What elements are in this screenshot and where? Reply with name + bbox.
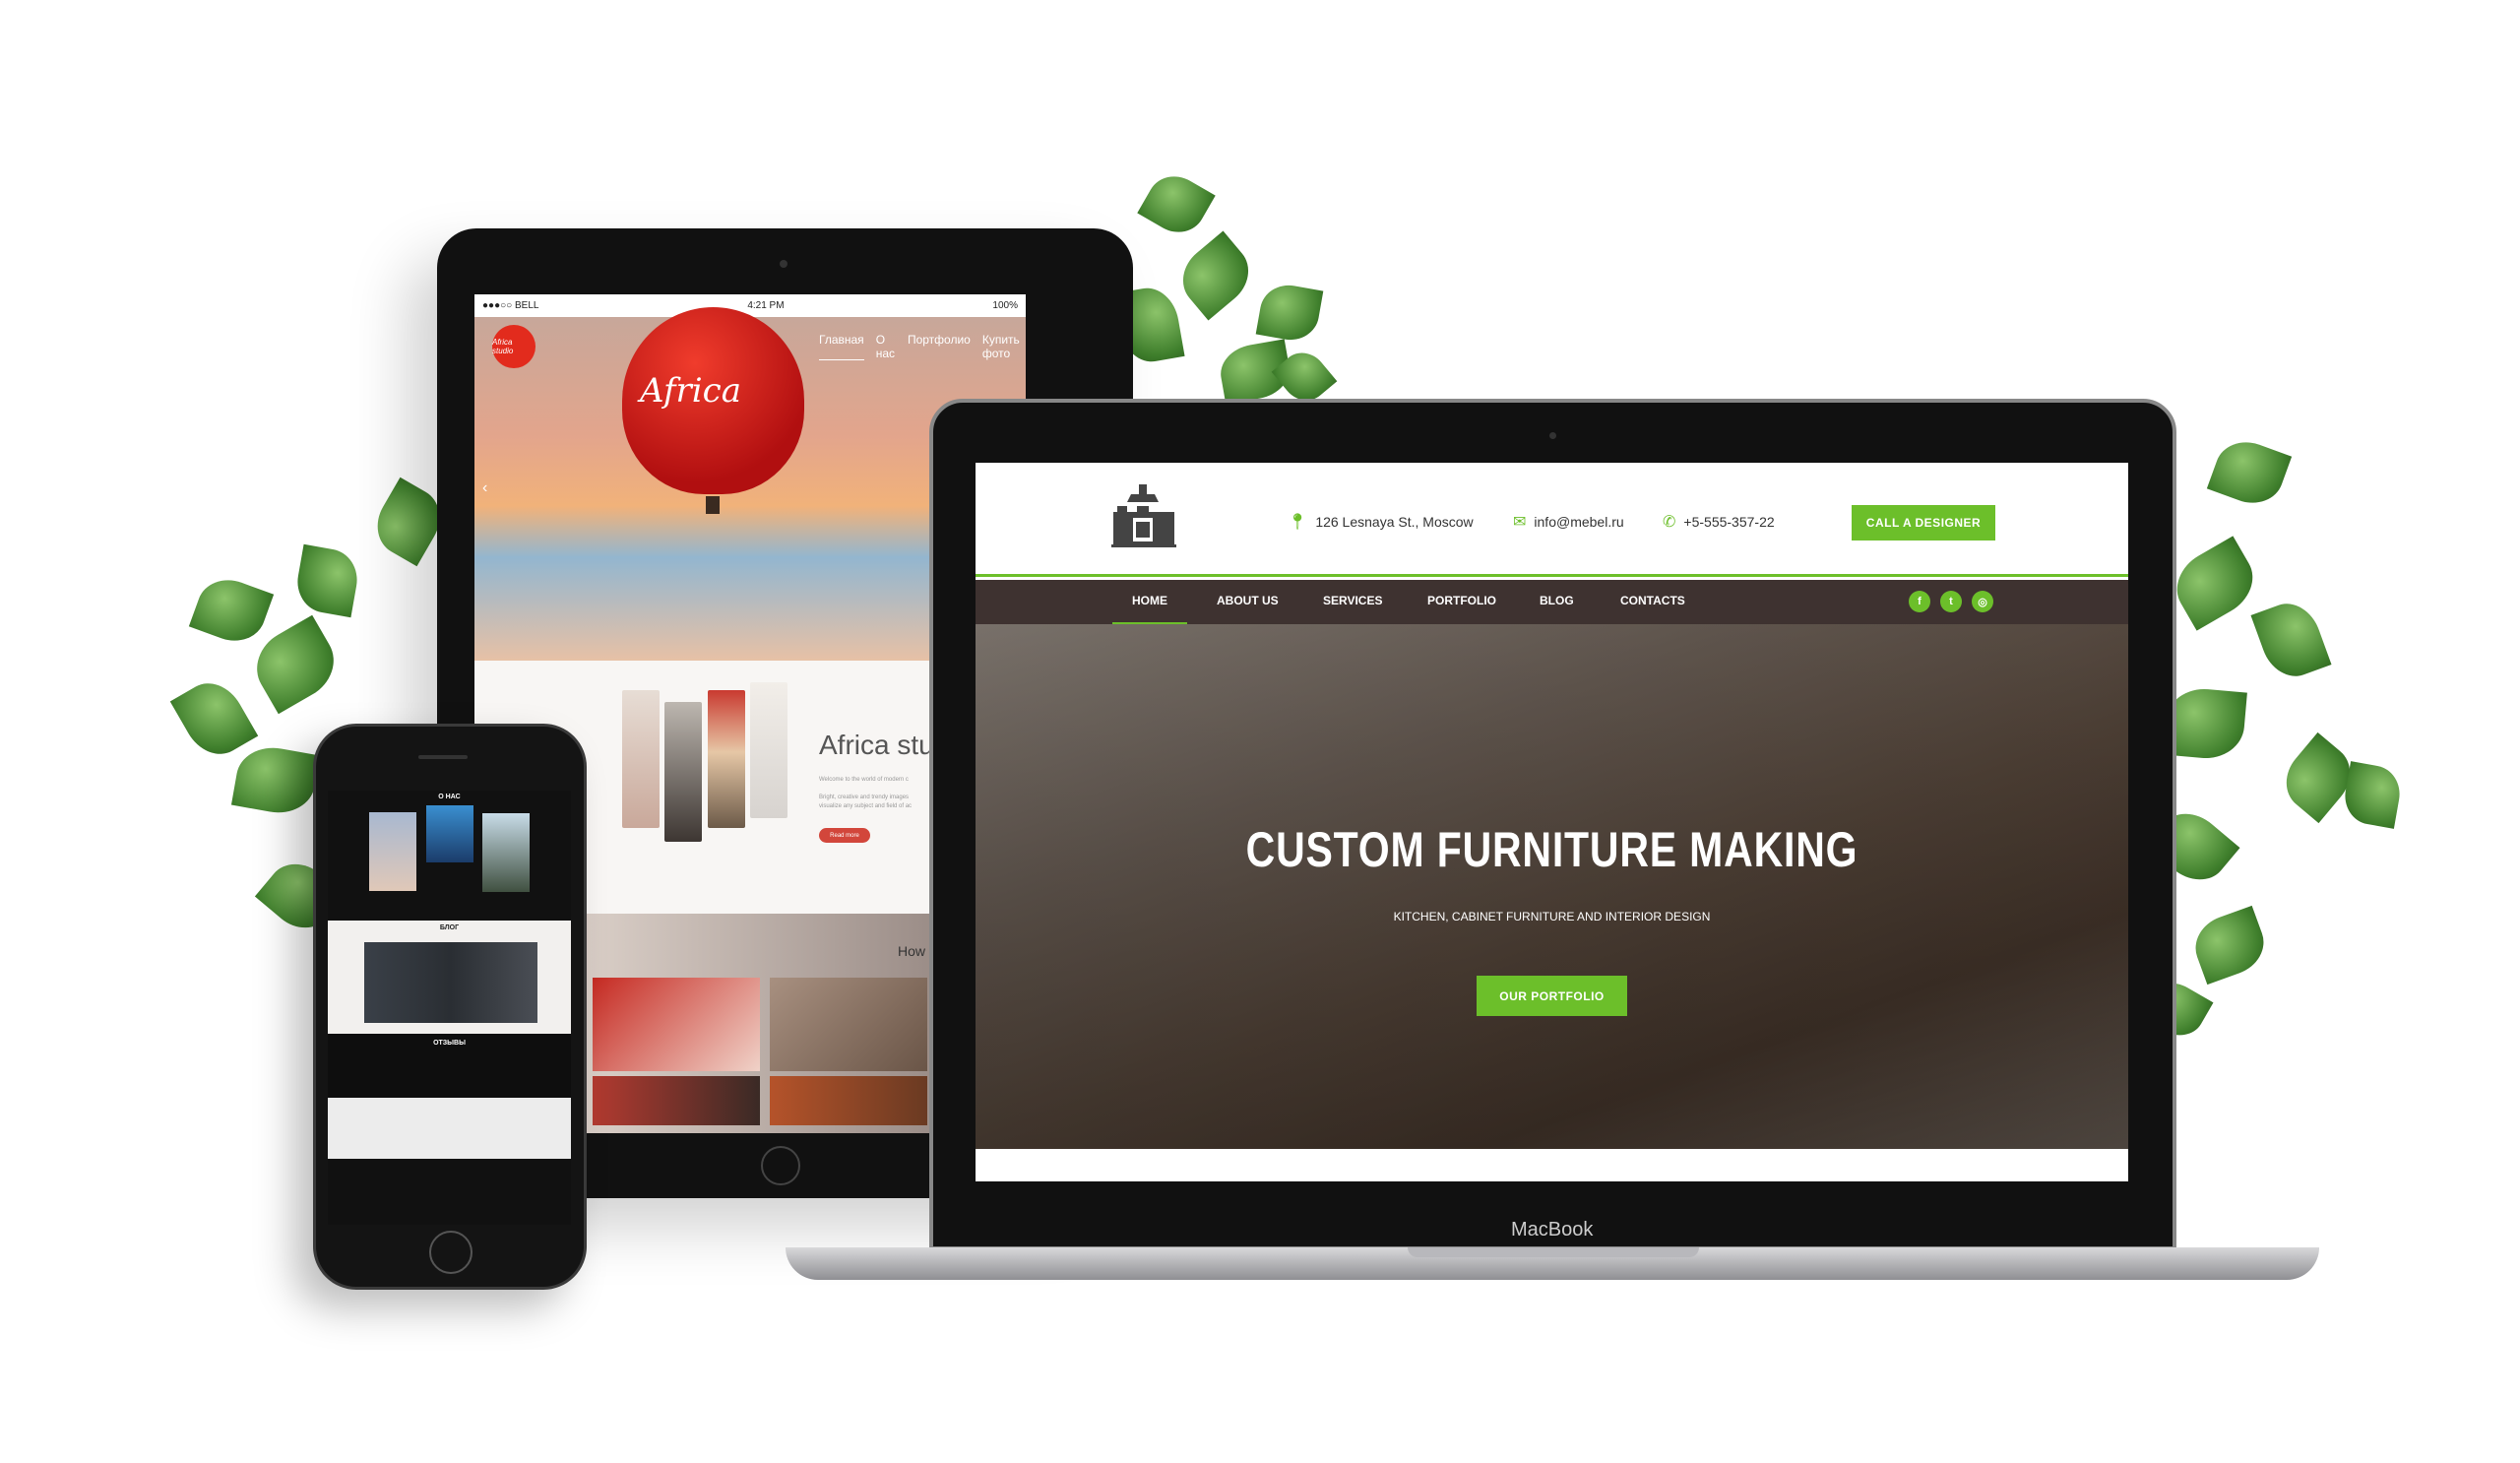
balloon-basket bbox=[706, 496, 720, 514]
phone-blog-section: БЛОГ bbox=[328, 921, 571, 1034]
address-text: 126 Lesnaya St., Moscow bbox=[1315, 514, 1474, 530]
laptop-brand-label: MacBook bbox=[1511, 1219, 1594, 1240]
main-nav: HOME ABOUT US SERVICES PORTFOLIO BLOG CO… bbox=[976, 580, 2128, 626]
phone-home-button bbox=[429, 1231, 472, 1274]
phone-photo bbox=[426, 805, 473, 862]
laptop-notch bbox=[1408, 1247, 1699, 1257]
email-link[interactable]: info@mebel.ru bbox=[1534, 514, 1623, 530]
address-info: 📍︎ 126 Lesnaya St., Moscow bbox=[1288, 512, 1474, 532]
hero-subtitle: KITCHEN, CABINET FURNITURE AND INTERIOR … bbox=[1393, 910, 1711, 923]
facebook-icon[interactable]: f bbox=[1909, 591, 1930, 612]
laptop-screen: 📍︎ 126 Lesnaya St., Moscow ✉ info@mebel.… bbox=[976, 463, 2128, 1181]
slider-prev-icon[interactable]: ‹ bbox=[482, 479, 487, 497]
phone-link[interactable]: +5-555-357-22 bbox=[1683, 514, 1774, 530]
photo-interior bbox=[750, 682, 788, 818]
call-designer-button[interactable]: CALL A DESIGNER bbox=[1852, 505, 1995, 541]
gallery-heading: How bbox=[898, 943, 926, 959]
about-heading: Africa stu bbox=[819, 730, 934, 760]
envelope-icon: ✉ bbox=[1513, 514, 1527, 531]
phone-reviews-section: ОТЗЫВЫ bbox=[328, 1034, 571, 1098]
nav-item-blog[interactable]: BLOG bbox=[1540, 594, 1574, 607]
read-more-button[interactable]: Read more bbox=[819, 828, 870, 843]
about-text: Welcome to the world of modern c bbox=[819, 777, 909, 783]
kitchen-logo-icon[interactable] bbox=[1109, 484, 1178, 549]
instagram-icon[interactable]: ◎ bbox=[1972, 591, 1993, 612]
battery-label: 100% bbox=[992, 300, 1018, 311]
gallery-photo[interactable] bbox=[593, 1076, 760, 1125]
tablet-nav: Главная О нас Портфолио Купить фото bbox=[819, 333, 1026, 360]
photo-boy bbox=[664, 702, 702, 842]
carrier-label: ●●●○○ BELL bbox=[482, 300, 539, 311]
nav-item-buy-photo[interactable]: Купить фото bbox=[982, 333, 1026, 360]
tablet-home-button bbox=[761, 1146, 800, 1185]
email-info: ✉ info@mebel.ru bbox=[1513, 512, 1624, 532]
gallery-photo[interactable] bbox=[770, 978, 927, 1071]
twitter-icon[interactable]: t bbox=[1940, 591, 1962, 612]
map-pin-icon: 📍︎ bbox=[1288, 514, 1308, 531]
time-label: 4:21 PM bbox=[747, 300, 785, 311]
phone-photo bbox=[482, 813, 530, 892]
balloon-logo-text: Africa bbox=[640, 371, 741, 411]
phone-screen: О НАС БЛОГ ОТЗЫВЫ bbox=[328, 791, 571, 1225]
hero-section: CUSTOM FURNITURE MAKING KITCHEN, CABINET… bbox=[976, 624, 2128, 1149]
status-bar: ●●●○○ BELL 4:21 PM 100% bbox=[474, 294, 1026, 317]
about-text: visualize any subject and field of ac bbox=[819, 803, 913, 809]
blog-grid[interactable] bbox=[364, 942, 537, 1023]
site-logo[interactable]: Africa studio bbox=[492, 325, 536, 368]
hero-title: CUSTOM FURNITURE MAKING bbox=[1245, 822, 1858, 877]
phone-about-section: О НАС bbox=[328, 791, 571, 921]
nav-item-services[interactable]: SERVICES bbox=[1323, 594, 1382, 607]
our-portfolio-button[interactable]: OUR PORTFOLIO bbox=[1477, 976, 1627, 1016]
laptop-camera bbox=[1549, 432, 1556, 439]
photo-woman bbox=[622, 690, 660, 828]
nav-item-portfolio[interactable]: PORTFOLIO bbox=[1427, 594, 1496, 607]
phone-icon: ✆ bbox=[1663, 514, 1676, 531]
photo-balloon bbox=[708, 690, 745, 828]
about-text: Bright, creative and trendy images bbox=[819, 795, 910, 800]
nav-item-portfolio[interactable]: Портфолио bbox=[908, 333, 971, 360]
nav-item-contacts[interactable]: CONTACTS bbox=[1620, 594, 1685, 607]
section-title: ОТЗЫВЫ bbox=[433, 1040, 466, 1047]
nav-item-about-us[interactable]: ABOUT US bbox=[1217, 594, 1279, 607]
nav-item-about[interactable]: О нас bbox=[876, 333, 896, 360]
section-title: О НАС bbox=[438, 794, 461, 800]
nav-item-home[interactable]: Главная bbox=[819, 333, 864, 360]
gallery-photo[interactable] bbox=[593, 978, 760, 1071]
phone-info: ✆ +5-555-357-22 bbox=[1663, 512, 1775, 532]
phone-footer bbox=[328, 1159, 571, 1225]
nav-item-home[interactable]: HOME bbox=[1112, 594, 1187, 626]
section-title: БЛОГ bbox=[439, 924, 460, 931]
phone-speaker bbox=[418, 755, 468, 759]
gallery-photo[interactable] bbox=[770, 1076, 927, 1125]
phone-photo bbox=[369, 812, 416, 891]
tablet-camera bbox=[780, 260, 788, 268]
phone-map[interactable] bbox=[328, 1098, 571, 1159]
site-header: 📍︎ 126 Lesnaya St., Moscow ✉ info@mebel.… bbox=[976, 463, 2128, 577]
